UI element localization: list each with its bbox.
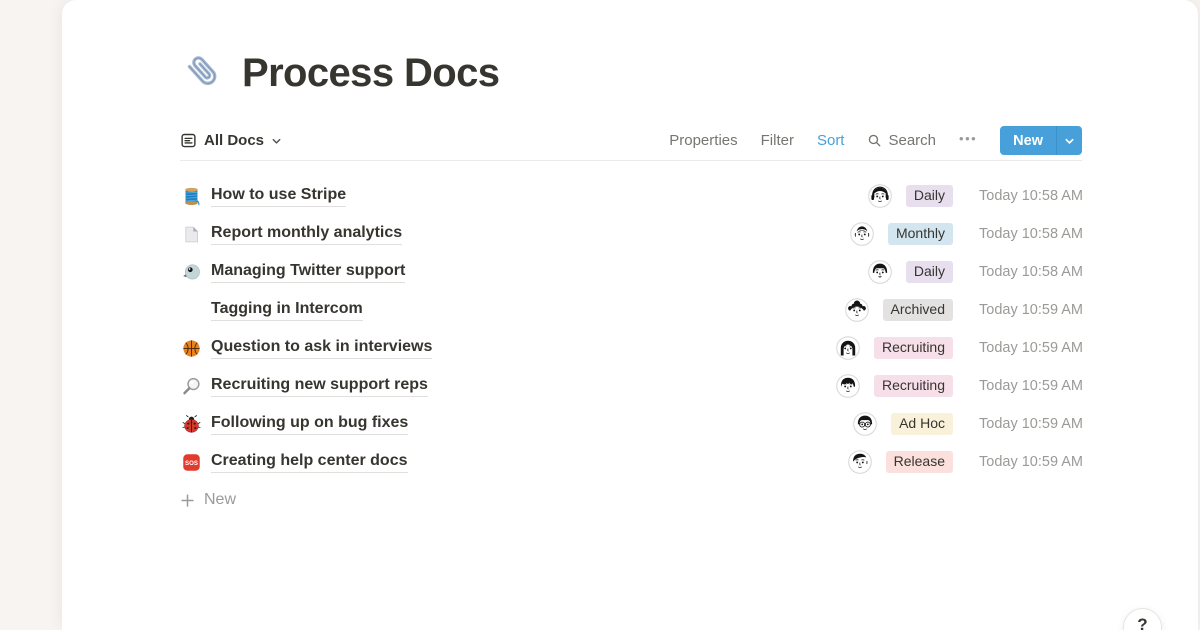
doc-title-link[interactable]: Report monthly analytics — [211, 223, 402, 245]
doc-title-link[interactable]: Following up on bug fixes — [211, 413, 408, 435]
table-row[interactable]: Tagging in Intercom Archived Today 10:59… — [180, 291, 1082, 329]
sos-emoji-icon: SOS — [180, 451, 202, 473]
doc-title-link[interactable]: How to use Stripe — [211, 185, 346, 207]
bird-emoji-icon — [180, 261, 202, 283]
properties-button[interactable]: Properties — [669, 132, 737, 149]
doc-list: How to use Stripe Daily Today 10:58 AM R… — [180, 161, 1082, 481]
thread-emoji-icon — [180, 185, 202, 207]
svg-text:SOS: SOS — [185, 460, 198, 467]
page-title: Process Docs — [242, 51, 499, 96]
search-icon — [867, 133, 882, 148]
row-properties: Monthly Today 10:58 AM — [850, 222, 1082, 246]
last-edited-time: Today 10:59 AM — [979, 340, 1082, 356]
doc-title-link[interactable]: Recruiting new support reps — [211, 375, 428, 397]
add-new-doc-label: New — [204, 491, 236, 509]
last-edited-time: Today 10:59 AM — [979, 302, 1082, 318]
more-options-button[interactable]: ••• — [959, 131, 977, 146]
last-edited-time: Today 10:58 AM — [979, 226, 1082, 242]
doc-title-link[interactable]: Creating help center docs — [211, 451, 408, 473]
page-emoji-icon — [180, 223, 202, 245]
search-label: Search — [888, 132, 936, 149]
add-new-doc-row[interactable]: New — [180, 481, 1082, 519]
last-edited-time: Today 10:59 AM — [979, 416, 1082, 432]
magnifier-emoji-icon — [180, 375, 202, 397]
last-edited-time: Today 10:59 AM — [979, 378, 1082, 394]
status-badge: Monthly — [888, 223, 953, 245]
chevron-down-icon — [1064, 136, 1075, 147]
sort-button[interactable]: Sort — [817, 132, 845, 149]
status-badge: Daily — [906, 261, 953, 283]
status-badge: Release — [886, 451, 953, 473]
avatar-older-man — [850, 222, 874, 246]
doc-title-link[interactable]: Managing Twitter support — [211, 261, 405, 283]
doc-title-link[interactable]: Question to ask in interviews — [211, 337, 432, 359]
filter-button[interactable]: Filter — [761, 132, 794, 149]
help-button[interactable]: ? — [1123, 608, 1162, 630]
table-row[interactable]: Report monthly analytics Monthly Today 1… — [180, 215, 1082, 253]
avatar-bob-woman — [836, 336, 860, 360]
table-row[interactable]: How to use Stripe Daily Today 10:58 AM — [180, 177, 1082, 215]
process-docs-card: Process Docs All Docs Properties Filter … — [62, 0, 1198, 630]
new-button-dropdown[interactable] — [1056, 126, 1082, 155]
table-row[interactable]: Recruiting new support reps Recruiting T… — [180, 367, 1082, 405]
row-properties: Recruiting Today 10:59 AM — [836, 374, 1082, 398]
chevron-down-icon — [271, 136, 282, 147]
last-edited-time: Today 10:59 AM — [979, 454, 1082, 470]
row-properties: Daily Today 10:58 AM — [868, 184, 1082, 208]
last-edited-time: Today 10:58 AM — [979, 188, 1082, 204]
ladybug-emoji-icon — [180, 413, 202, 435]
avatar-smiling-man — [868, 260, 892, 284]
status-badge: Ad Hoc — [891, 413, 953, 435]
view-label: All Docs — [204, 132, 264, 149]
avatar-young-man — [836, 374, 860, 398]
status-badge: Recruiting — [874, 375, 953, 397]
new-button-group: New — [1000, 126, 1082, 155]
table-row[interactable]: Managing Twitter support Daily Today 10:… — [180, 253, 1082, 291]
search-button[interactable]: Search — [867, 132, 936, 149]
row-properties: Recruiting Today 10:59 AM — [836, 336, 1082, 360]
table-row[interactable]: Following up on bug fixes Ad Hoc Today 1… — [180, 405, 1082, 443]
avatar-calm-man — [848, 450, 872, 474]
new-button[interactable]: New — [1000, 126, 1056, 155]
status-badge: Archived — [883, 299, 953, 321]
table-row[interactable]: Question to ask in interviews Recruiting… — [180, 329, 1082, 367]
page-header: Process Docs — [180, 44, 1082, 102]
row-properties: Ad Hoc Today 10:59 AM — [853, 412, 1082, 436]
row-properties: Archived Today 10:59 AM — [845, 298, 1082, 322]
avatar-curly-man — [845, 298, 869, 322]
avatar-glasses-man — [853, 412, 877, 436]
table-row[interactable]: SOS Creating help center docs Release To… — [180, 443, 1082, 481]
basketball-emoji-icon — [180, 337, 202, 359]
paperclip-emoji-icon — [180, 49, 228, 97]
doc-title-link[interactable]: Tagging in Intercom — [211, 299, 363, 321]
list-view-icon — [180, 132, 197, 149]
praying-hands-emoji-icon — [180, 299, 202, 321]
plus-icon — [180, 493, 195, 508]
row-properties: Daily Today 10:58 AM — [868, 260, 1082, 284]
row-properties: Release Today 10:59 AM — [848, 450, 1082, 474]
avatar-woman-headphones — [868, 184, 892, 208]
view-switcher-all-docs[interactable]: All Docs — [180, 132, 282, 149]
database-toolbar: All Docs Properties Filter Sort Search •… — [180, 121, 1082, 161]
status-badge: Daily — [906, 185, 953, 207]
last-edited-time: Today 10:58 AM — [979, 264, 1082, 280]
status-badge: Recruiting — [874, 337, 953, 359]
